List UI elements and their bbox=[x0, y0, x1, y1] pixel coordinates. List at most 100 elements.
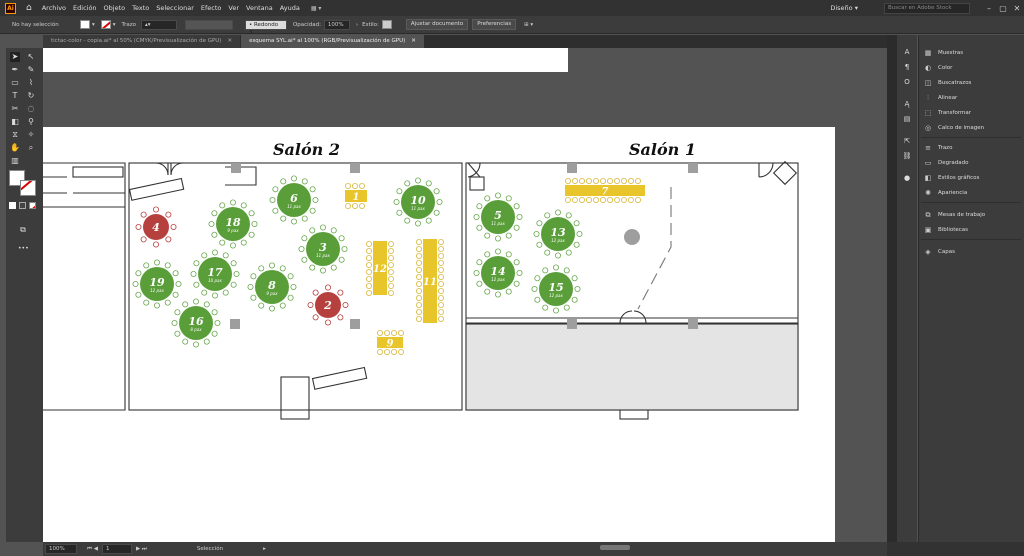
stock-search-input[interactable]: Buscar en Adobe Stock bbox=[884, 2, 970, 14]
stroke-weight-field[interactable]: ▴▾ bbox=[140, 19, 177, 30]
panel-transformar[interactable]: ⬚ Transformar bbox=[923, 107, 971, 119]
opacity-field[interactable]: 100% bbox=[323, 19, 350, 30]
shape-builder-icon[interactable]: ◧ bbox=[10, 117, 20, 127]
rectangle-tool-icon[interactable]: ▭ bbox=[10, 78, 20, 88]
prev-artboard-icon[interactable]: ⏮ ◀ bbox=[87, 546, 98, 553]
home-icon[interactable]: ⌂ bbox=[26, 3, 32, 13]
menu-ayuda[interactable]: Ayuda bbox=[280, 4, 300, 12]
close-tab-icon[interactable]: ✕ bbox=[411, 38, 416, 44]
chart-tool-icon[interactable]: ▥ bbox=[10, 156, 20, 166]
gradient-mode-icon[interactable] bbox=[19, 202, 26, 209]
round-table-15[interactable]: 1512 pax bbox=[531, 264, 581, 314]
rect-table-1[interactable]: 1 bbox=[344, 183, 367, 210]
properties-icon[interactable]: ▤ bbox=[902, 114, 912, 124]
appearance-icon[interactable]: ● bbox=[902, 173, 912, 183]
none-mode-icon[interactable] bbox=[29, 202, 36, 209]
type-tool-icon[interactable]: T bbox=[10, 91, 20, 101]
round-table-13[interactable]: 1312 pax bbox=[533, 209, 583, 259]
character-icon[interactable]: A bbox=[902, 47, 912, 57]
brush-tool-icon[interactable]: ⌇ bbox=[26, 78, 36, 88]
panel-estilos-graficos[interactable]: ◧ Estilos gráficos bbox=[923, 172, 980, 184]
paragraph-icon[interactable]: ¶ bbox=[902, 62, 912, 72]
round-table-16[interactable]: 168 pax bbox=[171, 298, 221, 348]
menu-edicion[interactable]: Edición bbox=[73, 4, 97, 12]
menu-ventana[interactable]: Ventana bbox=[246, 4, 273, 12]
brush-dropdown[interactable]: • Redondo 3 bbox=[244, 19, 287, 36]
round-table-14[interactable]: 1412 pax bbox=[473, 248, 523, 298]
panel-muestras[interactable]: ▦ Muestras bbox=[923, 47, 963, 59]
fill-swatch[interactable] bbox=[80, 20, 90, 29]
round-table-17[interactable]: 1710 pax bbox=[190, 249, 240, 299]
variable-width-dropdown[interactable] bbox=[184, 19, 233, 30]
stroke-color-icon[interactable] bbox=[20, 180, 36, 196]
graphic-style-swatch[interactable] bbox=[381, 20, 392, 29]
menu-texto[interactable]: Texto bbox=[132, 4, 149, 12]
tab-esquema-syl[interactable]: esquema SYL.ai* al 100% (RGB/Previsualiz… bbox=[241, 35, 424, 48]
zoom-field[interactable]: 100% bbox=[45, 544, 77, 554]
panel-trazo[interactable]: ≡ Trazo bbox=[923, 142, 952, 154]
menu-efecto[interactable]: Efecto bbox=[201, 4, 222, 12]
round-table-8[interactable]: 89 pax bbox=[247, 262, 297, 312]
menu-archivo[interactable]: Archivo bbox=[42, 4, 66, 12]
menu-objeto[interactable]: Objeto bbox=[104, 4, 126, 12]
tab-tictac-color[interactable]: tictac-color - copia.ai* al 50% (CMYK/Pr… bbox=[43, 35, 241, 48]
direct-selection-icon[interactable]: ↖ bbox=[26, 52, 36, 62]
panel-degradado[interactable]: ▭ Degradado bbox=[923, 157, 969, 169]
panel-alinear[interactable]: ⫶ Alinear bbox=[923, 92, 957, 104]
opentype-icon[interactable]: O bbox=[902, 77, 912, 87]
links-icon[interactable]: ⛓ bbox=[902, 151, 912, 161]
round-table-2[interactable]: 2 bbox=[307, 284, 349, 326]
blend-tool-icon[interactable]: ⧖ bbox=[10, 130, 20, 140]
rect-table-9[interactable]: 9 bbox=[376, 329, 404, 355]
glyphs-icon[interactable]: Ą bbox=[902, 99, 912, 109]
round-table-3[interactable]: 311 pax bbox=[298, 224, 348, 274]
round-table-5[interactable]: 511 pax bbox=[473, 192, 523, 242]
zoom-tool-icon[interactable]: ⌕ bbox=[26, 143, 36, 153]
arrange-documents-icon[interactable]: ▦ ▾ bbox=[311, 5, 322, 12]
round-table-18[interactable]: 189 pax bbox=[208, 199, 258, 249]
scissors-tool-icon[interactable]: ✂ bbox=[10, 104, 20, 114]
pencil-tool-icon[interactable]: ✎ bbox=[26, 65, 36, 75]
rect-table-11[interactable]: 11 bbox=[415, 239, 444, 323]
rect-table-7[interactable]: 7 bbox=[565, 178, 645, 204]
next-artboard-icon[interactable]: ▶ ⏭ bbox=[136, 546, 147, 553]
round-table-6[interactable]: 611 pax bbox=[269, 175, 319, 225]
round-table-19[interactable]: 1912 pax bbox=[132, 259, 182, 309]
hand-tool-icon[interactable]: ✋ bbox=[10, 143, 20, 153]
panel-bibliotecas[interactable]: ▣ Bibliotecas bbox=[923, 224, 968, 236]
align-options-icon[interactable]: ⊞ ▾ bbox=[524, 22, 533, 28]
lasso-tool-icon[interactable]: ◌ bbox=[26, 104, 36, 114]
chevron-right-icon[interactable]: › bbox=[356, 22, 358, 28]
close-icon[interactable]: ✕ bbox=[1010, 4, 1024, 13]
round-table-10[interactable]: 1011 pax bbox=[393, 177, 443, 227]
panel-buscatrazos[interactable]: ◫ Buscatrazos bbox=[923, 77, 972, 89]
pen-tool-icon[interactable]: ✒ bbox=[10, 65, 20, 75]
selection-tool-icon[interactable]: ➤ bbox=[10, 52, 20, 62]
minimize-icon[interactable]: – bbox=[982, 4, 996, 13]
maximize-icon[interactable]: ▢ bbox=[996, 4, 1010, 13]
menu-ver[interactable]: Ver bbox=[228, 4, 239, 12]
menu-seleccionar[interactable]: Seleccionar bbox=[156, 4, 194, 12]
color-mode-icon[interactable] bbox=[9, 202, 16, 209]
document-setup-button[interactable]: Ajustar documento bbox=[405, 19, 469, 30]
panel-color[interactable]: ◐ Color bbox=[923, 62, 952, 74]
more-tools-icon[interactable]: ••• bbox=[18, 244, 29, 254]
asset-export-icon[interactable]: ⇱ bbox=[902, 136, 912, 146]
close-tab-icon[interactable]: ✕ bbox=[227, 38, 232, 44]
round-table-4[interactable]: 4 bbox=[135, 206, 177, 248]
stroke-swatch[interactable] bbox=[100, 20, 111, 29]
horizontal-scrollbar[interactable] bbox=[600, 545, 630, 550]
symbol-sprayer-icon[interactable]: ✧ bbox=[26, 130, 36, 140]
preferences-button[interactable]: Preferencias bbox=[472, 19, 517, 30]
panel-calco-imagen[interactable]: ◎ Calco de imagen bbox=[923, 122, 984, 134]
artboard-number-field[interactable]: 1 bbox=[101, 544, 132, 554]
drawing-modes-icon[interactable]: ⧉ bbox=[18, 225, 28, 235]
rotate-tool-icon[interactable]: ↻ bbox=[26, 91, 36, 101]
panel-capas[interactable]: ◈ Capas bbox=[923, 246, 955, 258]
rect-table-12[interactable]: 12 bbox=[365, 241, 394, 296]
chevron-down-icon[interactable]: ▾ bbox=[92, 22, 95, 28]
panel-mesas-trabajo[interactable]: ⧉ Mesas de trabajo bbox=[923, 209, 986, 221]
panel-apariencia[interactable]: ✺ Apariencia bbox=[923, 187, 967, 199]
status-menu-icon[interactable]: ▸ bbox=[263, 546, 266, 552]
eyedropper-tool-icon[interactable]: ⚲ bbox=[26, 117, 36, 127]
